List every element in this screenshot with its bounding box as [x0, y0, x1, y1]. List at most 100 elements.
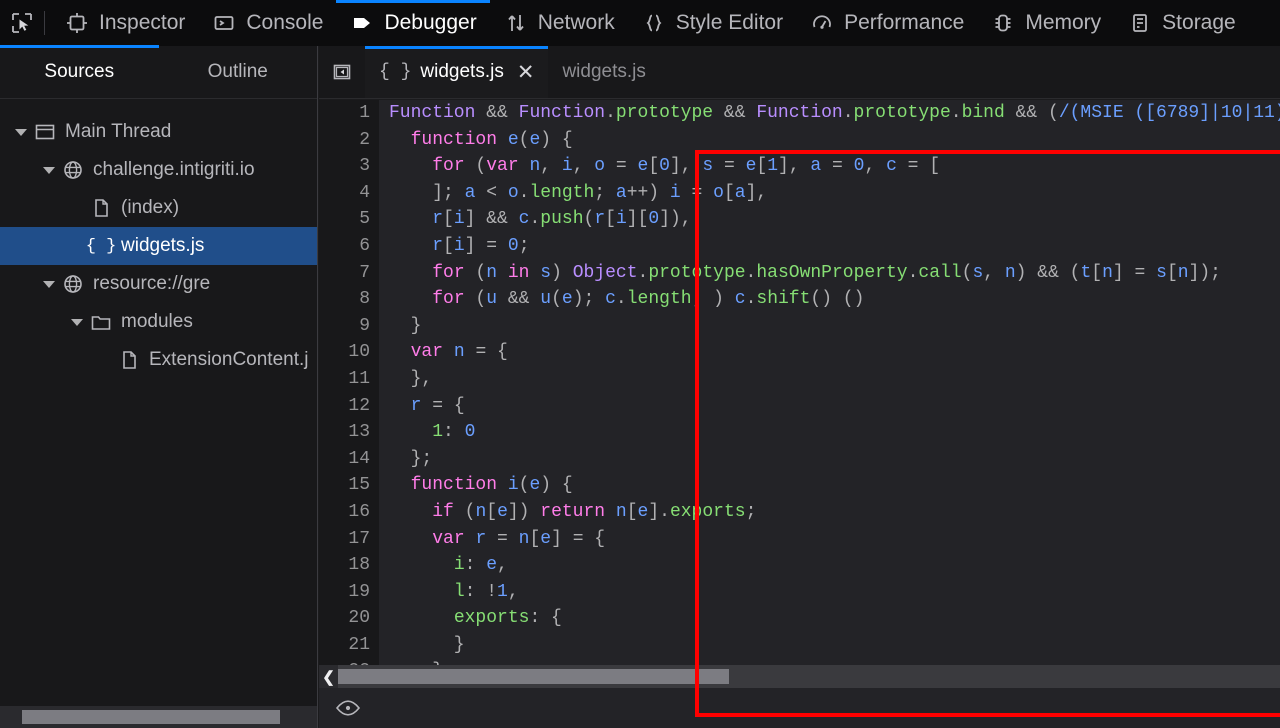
element-picker-button[interactable]: [0, 0, 44, 46]
code-token-punc: [: [529, 528, 541, 549]
code-line[interactable]: 1: 0: [389, 419, 1280, 446]
pane-tab-outline-label: Outline: [207, 61, 268, 82]
code-line[interactable]: r = {: [389, 393, 1280, 420]
code-line[interactable]: }: [389, 632, 1280, 659]
line-number[interactable]: 10: [319, 339, 379, 366]
code-token-punc: =: [680, 182, 714, 203]
code-line[interactable]: var n = {: [389, 339, 1280, 366]
line-number[interactable]: 16: [319, 499, 379, 526]
code-line[interactable]: i: e,: [389, 552, 1280, 579]
line-number[interactable]: 6: [319, 233, 379, 260]
line-number[interactable]: 2: [319, 127, 379, 154]
tab-inspector[interactable]: Inspector: [51, 0, 198, 46]
tree-item-label: modules: [121, 311, 193, 332]
line-number[interactable]: 11: [319, 366, 379, 393]
collapse-panel-icon: [333, 64, 351, 80]
line-number[interactable]: 1: [319, 100, 379, 127]
code-line[interactable]: var r = n[e] = {: [389, 526, 1280, 553]
tab-storage[interactable]: Storage: [1114, 0, 1249, 46]
code-token-kw: var: [410, 342, 444, 363]
code-line[interactable]: function i(e) {: [389, 472, 1280, 499]
tree-item-challenge-intigriti-io[interactable]: challenge.intigriti.io: [0, 151, 317, 189]
line-number[interactable]: 13: [319, 419, 379, 446]
tab-console[interactable]: Console: [198, 0, 336, 46]
watch-expression-button[interactable]: [331, 691, 365, 725]
tree-twisty-icon[interactable]: [38, 265, 60, 303]
code-content[interactable]: Function && Function.prototype && Functi…: [379, 100, 1280, 665]
code-token-prop: i: [453, 555, 465, 576]
tree-twisty-icon[interactable]: [10, 113, 32, 151]
tree-item-modules[interactable]: modules: [0, 303, 317, 341]
code-token-var: r: [432, 209, 444, 230]
line-number[interactable]: 5: [319, 206, 379, 233]
tree-twisty-icon[interactable]: [66, 303, 88, 341]
code-line[interactable]: r[i] = 0;: [389, 233, 1280, 260]
tab-performance[interactable]: Performance: [796, 0, 977, 46]
tree-twisty-icon[interactable]: [38, 151, 60, 189]
editor-tab-widgets-js[interactable]: { } widgets.js ✕: [365, 46, 549, 98]
sidebar-horizontal-scrollbar[interactable]: [0, 706, 317, 728]
line-number[interactable]: 18: [319, 552, 379, 579]
code-token-punc: [389, 236, 432, 256]
line-number[interactable]: 15: [319, 472, 379, 499]
code-line[interactable]: },: [389, 366, 1280, 393]
editor-secondary-source-label[interactable]: widgets.js: [548, 46, 659, 98]
tree-item-main-thread[interactable]: Main Thread: [0, 113, 317, 151]
code-token-var: i: [453, 209, 465, 230]
tab-memory[interactable]: Memory: [977, 0, 1114, 46]
code-line[interactable]: for (n in s) Object.prototype.hasOwnProp…: [389, 260, 1280, 287]
code-token-punc: [: [443, 235, 454, 256]
line-number[interactable]: 14: [319, 446, 379, 473]
code-token-var: c: [886, 156, 897, 177]
code-token-punc: ] &&: [464, 209, 519, 230]
style-editor-icon: [641, 10, 667, 36]
code-line[interactable]: function e(e) {: [389, 127, 1280, 154]
line-number[interactable]: 19: [319, 579, 379, 606]
code-line[interactable]: r[i] && c.push(r[i][0]),: [389, 206, 1280, 233]
collapse-sources-button[interactable]: [319, 46, 365, 98]
line-number[interactable]: 8: [319, 286, 379, 313]
code-token-kw: function: [410, 475, 498, 496]
code-line[interactable]: };: [389, 446, 1280, 473]
code-line[interactable]: exports: {: [389, 605, 1280, 632]
tab-network[interactable]: Network: [490, 0, 628, 46]
line-number[interactable]: 12: [319, 393, 379, 420]
code-line[interactable]: ]; a < o.length; a++) i = o[a],: [389, 180, 1280, 207]
line-number[interactable]: 4: [319, 180, 379, 207]
close-tab-icon[interactable]: ✕: [517, 62, 535, 83]
editor-scrollbar-track[interactable]: [338, 665, 1280, 688]
code-token-punc: ,: [540, 156, 562, 177]
sidebar-scrollbar-thumb[interactable]: [22, 710, 280, 724]
line-number[interactable]: 17: [319, 526, 379, 553]
line-number[interactable]: 9: [319, 313, 379, 340]
code-view[interactable]: 12345678910111213141516171819202122 Func…: [319, 100, 1280, 665]
pane-tab-outline[interactable]: Outline: [159, 46, 318, 98]
line-number[interactable]: 21: [319, 632, 379, 659]
code-token-punc: [465, 529, 476, 549]
tree-item-extensioncontent-j[interactable]: ExtensionContent.j: [0, 341, 317, 379]
code-line[interactable]: l: !1,: [389, 579, 1280, 606]
code-line[interactable]: if (n[e]) return n[e].exports;: [389, 499, 1280, 526]
code-line[interactable]: for (var n, i, o = e[0], s = e[1], a = 0…: [389, 153, 1280, 180]
line-number[interactable]: 20: [319, 605, 379, 632]
code-line[interactable]: }: [389, 313, 1280, 340]
code-token-punc: [: [756, 156, 768, 177]
editor-horizontal-scrollbar[interactable]: ❮: [319, 665, 1280, 688]
code-token-prop: 1: [432, 422, 444, 443]
code-line[interactable]: Function && Function.prototype && Functi…: [389, 100, 1280, 127]
code-token-var: n: [1004, 262, 1016, 283]
editor-scrollbar-thumb[interactable]: [338, 669, 729, 684]
tree-item-widgets-js[interactable]: { } widgets.js: [0, 227, 317, 265]
line-number[interactable]: 7: [319, 260, 379, 287]
tree-item-resource-gre[interactable]: resource://gre: [0, 265, 317, 303]
code-token-var: r: [475, 528, 487, 549]
code-line[interactable]: for (u && u(e); c.length; ) c.shift() (): [389, 286, 1280, 313]
pane-tab-sources[interactable]: Sources: [0, 45, 159, 98]
tree-item-index[interactable]: (index): [0, 189, 317, 227]
tab-debugger[interactable]: Debugger: [336, 0, 490, 46]
line-number[interactable]: 3: [319, 153, 379, 180]
source-tree[interactable]: Main Thread challenge.intigriti.io (index)…: [0, 100, 317, 706]
code-token-punc: && (: [1004, 103, 1059, 123]
tab-style-editor[interactable]: Style Editor: [628, 0, 796, 46]
scroll-left-arrow-icon[interactable]: ❮: [319, 665, 338, 688]
